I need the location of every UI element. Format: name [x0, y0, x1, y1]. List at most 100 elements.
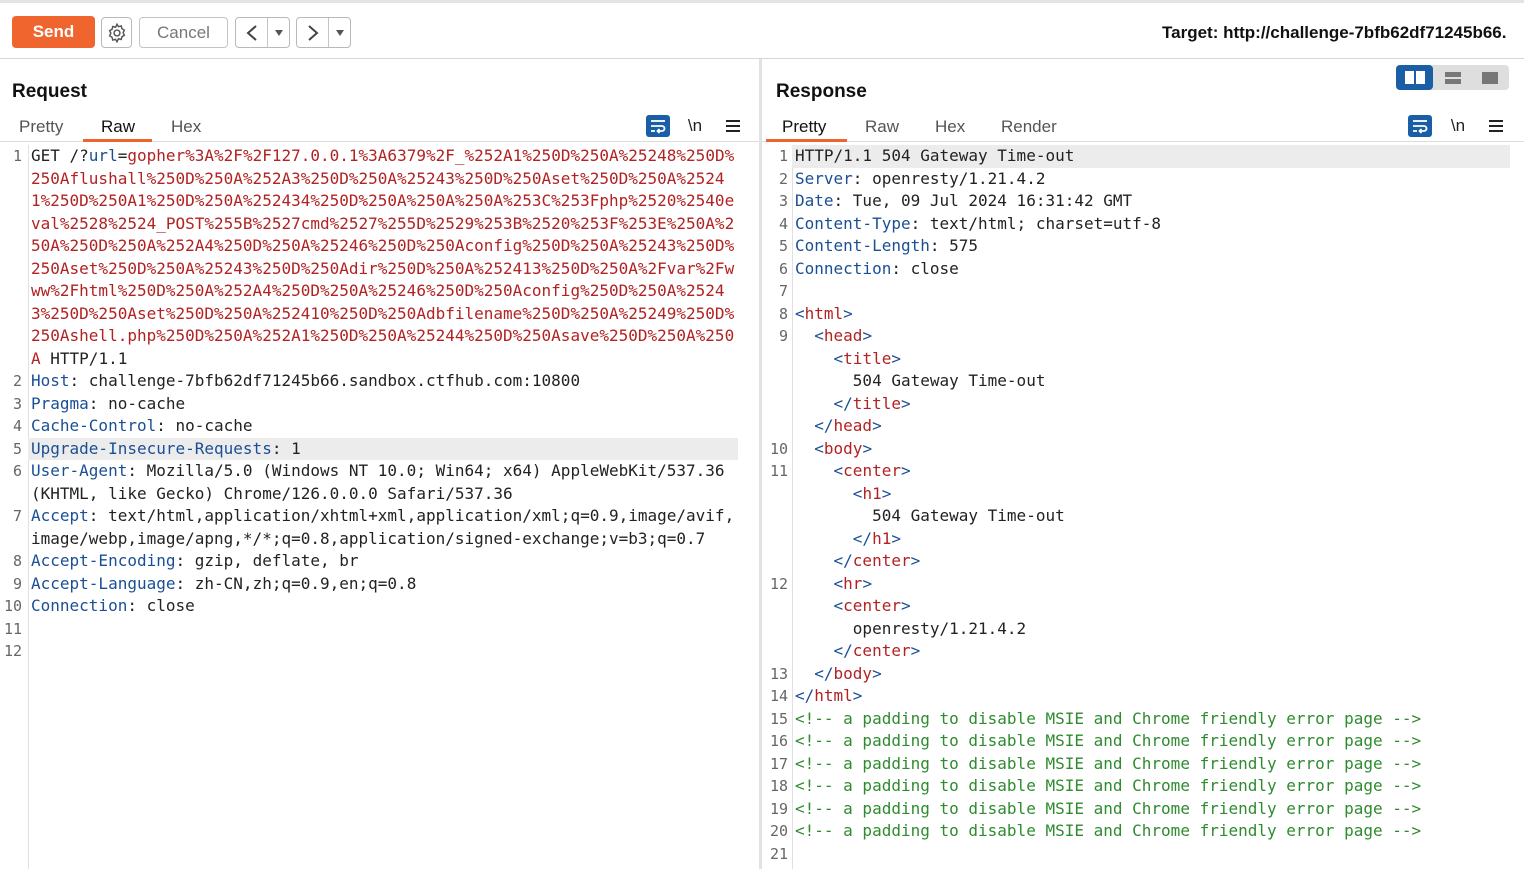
request-newline-toggle[interactable]: \n	[683, 115, 707, 137]
line-text	[28, 618, 738, 641]
line-number: 13	[769, 664, 788, 683]
line-number	[762, 595, 792, 618]
line-number: 8	[778, 304, 788, 323]
line-number	[762, 640, 792, 663]
tag-bracket: >	[881, 483, 892, 503]
target-url[interactable]: Target: http://challenge-7bfb62df71245b6…	[1162, 23, 1506, 43]
response-wrap-toggle[interactable]	[1408, 115, 1432, 137]
response-line: 10 <body>	[762, 438, 1524, 461]
response-editor[interactable]: 1 HTTP/1.1 504 Gateway Time-out 2 Server: o…	[762, 145, 1524, 869]
tag-name: hr	[843, 573, 863, 593]
wrap-lines-icon	[651, 120, 666, 134]
line-number: 9	[12, 574, 22, 593]
line-text: <title>	[792, 348, 1510, 371]
response-line: </center>	[762, 640, 1524, 663]
line-number: 20	[769, 822, 788, 840]
line-text: </head>	[792, 415, 1510, 438]
request-menu-button[interactable]	[721, 115, 745, 137]
tag-bracket: <	[795, 303, 805, 323]
response-line: 19 <!-- a padding to disable MSIE and Chr…	[762, 798, 1524, 821]
line-text: Accept: text/html,application/xhtml+xml,…	[28, 505, 738, 550]
layout-split-horizontal[interactable]	[1396, 65, 1433, 90]
request-tab-hex[interactable]: Hex	[171, 117, 201, 137]
tag-bracket: >	[872, 416, 882, 435]
line-text: Accept-Language: zh-CN,zh;q=0.9,en;q=0.8	[28, 573, 738, 596]
layout-single-pane[interactable]	[1471, 65, 1508, 90]
response-line: </head>	[762, 415, 1524, 438]
response-line: 504 Gateway Time-out	[762, 370, 1524, 393]
line-number: 2	[778, 169, 788, 188]
request-line: 5 Upgrade-Insecure-Requests: 1	[0, 437, 759, 460]
forward-button[interactable]	[297, 18, 329, 47]
settings-button[interactable]	[101, 17, 132, 48]
response-tab-raw[interactable]: Raw	[865, 117, 899, 137]
line-number	[762, 393, 792, 416]
response-line: 6 Connection: close	[762, 258, 1524, 281]
header-value: : text/html,application/xhtml+xml,applic…	[31, 506, 735, 548]
response-line: 17 <!-- a padding to disable MSIE and Chr…	[762, 753, 1524, 776]
back-button[interactable]	[236, 18, 268, 47]
send-button[interactable]: Send	[12, 16, 95, 48]
request-line: 7 Accept: text/html,application/xhtml+xml…	[0, 505, 759, 550]
caret-down-icon	[274, 29, 283, 36]
active-tab-indicator	[766, 139, 847, 142]
tag-bracket: >	[910, 551, 921, 570]
line-number: 1	[778, 147, 788, 165]
line-text: Accept-Encoding: gzip, deflate, br	[28, 550, 738, 573]
tag-bracket: <	[833, 461, 844, 480]
html-comment: <!-- a padding to disable MSIE and Chrom…	[795, 753, 1422, 773]
line-text: <hr>	[792, 573, 1510, 596]
request-editor[interactable]: 1 GET /?url=gopher%3A%2F%2F127.0.0.1%3A63…	[0, 145, 759, 869]
newline-icon: \n	[1450, 116, 1466, 135]
header-name: Pragma	[31, 393, 89, 413]
response-line: 5 Content-Length: 575	[762, 235, 1524, 258]
tag-bracket: >	[843, 303, 853, 323]
line-text: <center>	[792, 595, 1510, 618]
header-value: : openresty/1.21.4.2	[852, 168, 1046, 188]
html-comment: <!-- a padding to disable MSIE and Chrom…	[795, 708, 1422, 728]
line-text: </html>	[792, 685, 1510, 708]
request-tab-raw[interactable]: Raw	[101, 117, 135, 137]
forward-history-dropdown[interactable]	[329, 18, 350, 47]
cancel-button[interactable]: Cancel	[139, 17, 228, 48]
tag-name: title	[852, 393, 901, 413]
wrap-lines-icon	[1413, 120, 1428, 134]
line-text: </body>	[792, 663, 1510, 686]
header-name: Connection	[31, 596, 128, 615]
request-wrap-toggle[interactable]	[646, 115, 670, 137]
line-number	[762, 550, 792, 573]
response-line: 20 <!-- a padding to disable MSIE and Chr…	[762, 820, 1524, 843]
line-text: <html>	[792, 303, 1510, 326]
text-content: 504 Gateway Time-out	[872, 506, 1065, 525]
request-tab-pretty[interactable]: Pretty	[19, 117, 63, 137]
line-text: </title>	[792, 393, 1510, 416]
tag-bracket: <	[814, 326, 824, 345]
header-name: Accept-Encoding	[31, 551, 176, 570]
request-line: 6 User-Agent: Mozilla/5.0 (Windows NT 10.…	[0, 460, 759, 505]
response-line: 3 Date: Tue, 09 Jul 2024 16:31:42 GMT	[762, 190, 1524, 213]
line-number: 19	[769, 799, 788, 818]
layout-toggle	[1396, 65, 1509, 90]
response-menu-button[interactable]	[1484, 115, 1508, 137]
text-content: openresty/1.21.4.2	[852, 618, 1027, 638]
tag-name: html	[804, 303, 844, 323]
response-tab-render[interactable]: Render	[1001, 117, 1057, 137]
html-comment: <!-- a padding to disable MSIE and Chrom…	[795, 731, 1422, 750]
line-text: Date: Tue, 09 Jul 2024 16:31:42 GMT	[792, 190, 1510, 213]
line-text: Upgrade-Insecure-Requests: 1	[28, 437, 738, 460]
response-tab-hex[interactable]: Hex	[935, 117, 965, 137]
response-newline-toggle[interactable]: \n	[1446, 115, 1470, 137]
response-line: 13 </body>	[762, 663, 1524, 686]
response-line: 2 Server: openresty/1.21.4.2	[762, 168, 1524, 191]
layout-split-vertical[interactable]	[1434, 65, 1471, 90]
line-text: 504 Gateway Time-out	[792, 505, 1510, 528]
back-history-dropdown[interactable]	[268, 18, 289, 47]
response-line: 11 <center>	[762, 460, 1524, 483]
response-line: 12 <hr>	[762, 573, 1524, 596]
tag-bracket: </	[852, 528, 873, 548]
response-tab-pretty[interactable]: Pretty	[782, 117, 826, 137]
query-eq: =	[117, 146, 128, 165]
line-text: Content-Length: 575	[792, 235, 1510, 258]
line-text: openresty/1.21.4.2	[792, 618, 1510, 641]
line-text: 504 Gateway Time-out	[792, 370, 1510, 393]
